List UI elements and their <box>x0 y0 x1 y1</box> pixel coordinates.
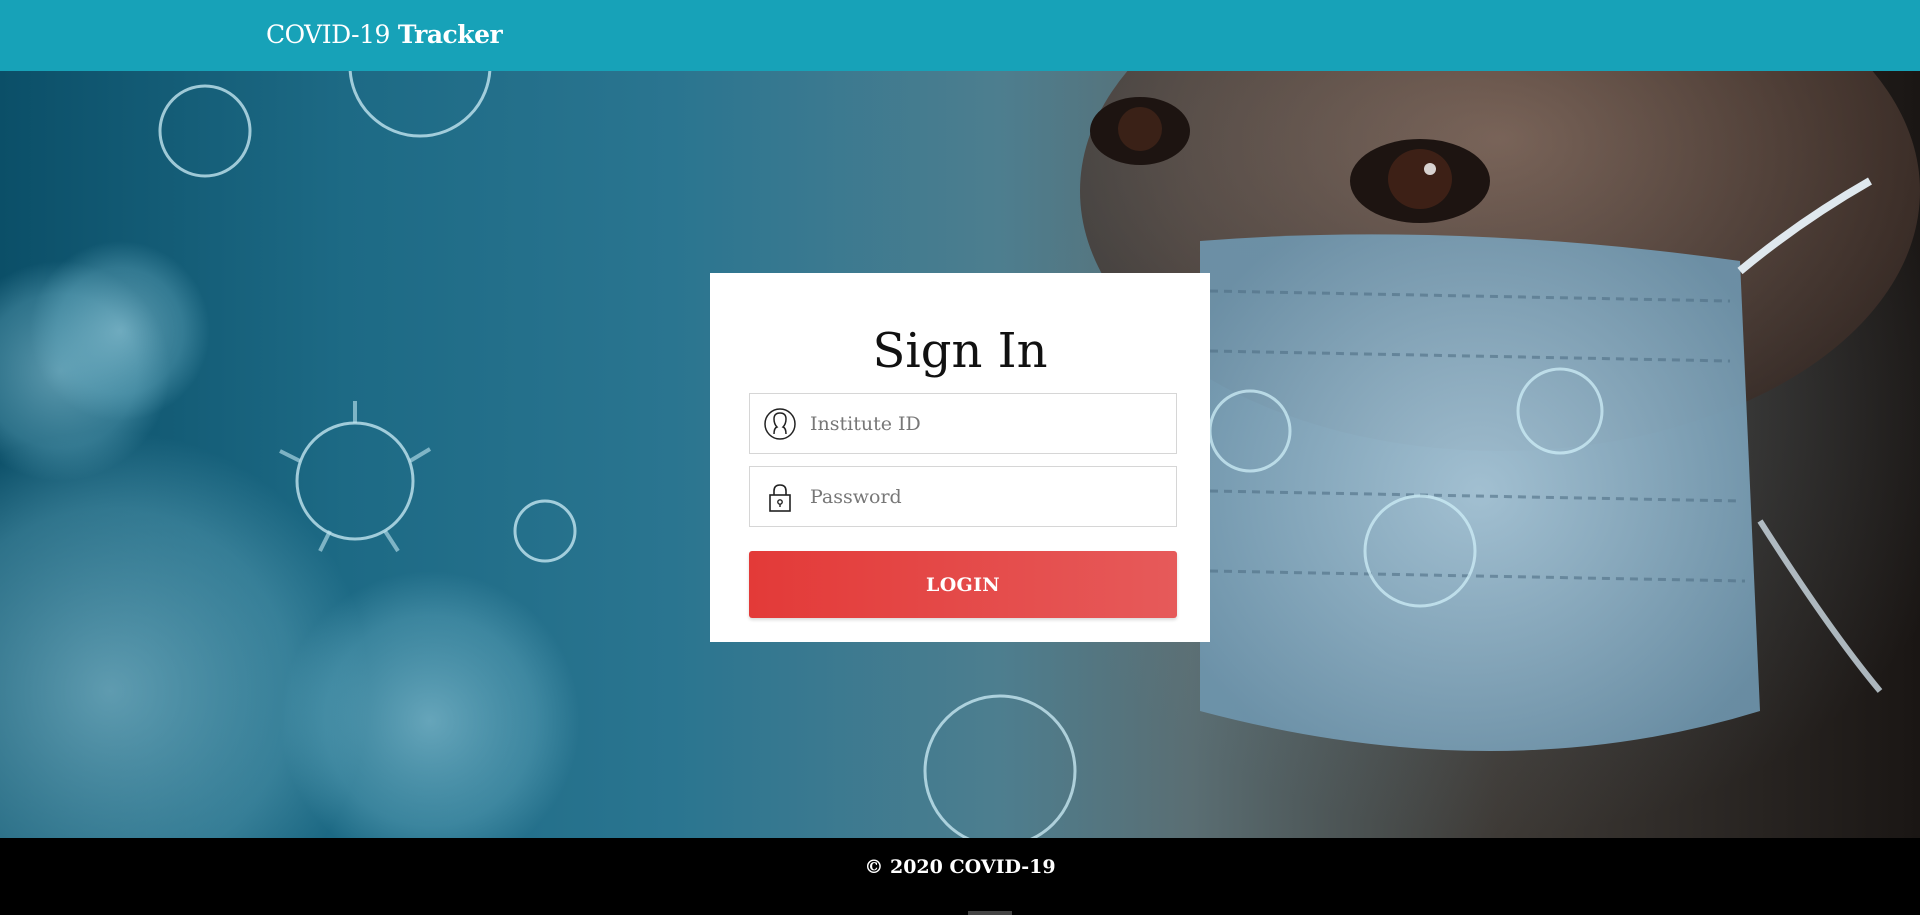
signin-card: Sign In LOGIN <box>710 273 1210 642</box>
institute-id-field[interactable] <box>749 393 1177 454</box>
password-field[interactable] <box>749 466 1177 527</box>
lock-icon <box>769 484 791 512</box>
top-navbar: COVID-19 Tracker <box>0 0 1920 71</box>
brand-suffix: Tracker <box>397 20 503 49</box>
footer-divider <box>968 911 1012 915</box>
brand-name: COVID-19 <box>266 20 390 49</box>
password-input[interactable] <box>810 467 1170 526</box>
institute-id-input[interactable] <box>810 394 1170 453</box>
hero-background: Sign In LOGIN <box>0 71 1920 838</box>
user-icon <box>764 408 796 440</box>
brand-logo-link[interactable]: COVID-19 Tracker <box>266 18 503 52</box>
copyright-text: © 2020 COVID-19 <box>864 856 1056 878</box>
signin-title: Sign In <box>872 323 1048 379</box>
page-footer: © 2020 COVID-19 <box>0 838 1920 915</box>
login-button[interactable]: LOGIN <box>749 551 1177 618</box>
